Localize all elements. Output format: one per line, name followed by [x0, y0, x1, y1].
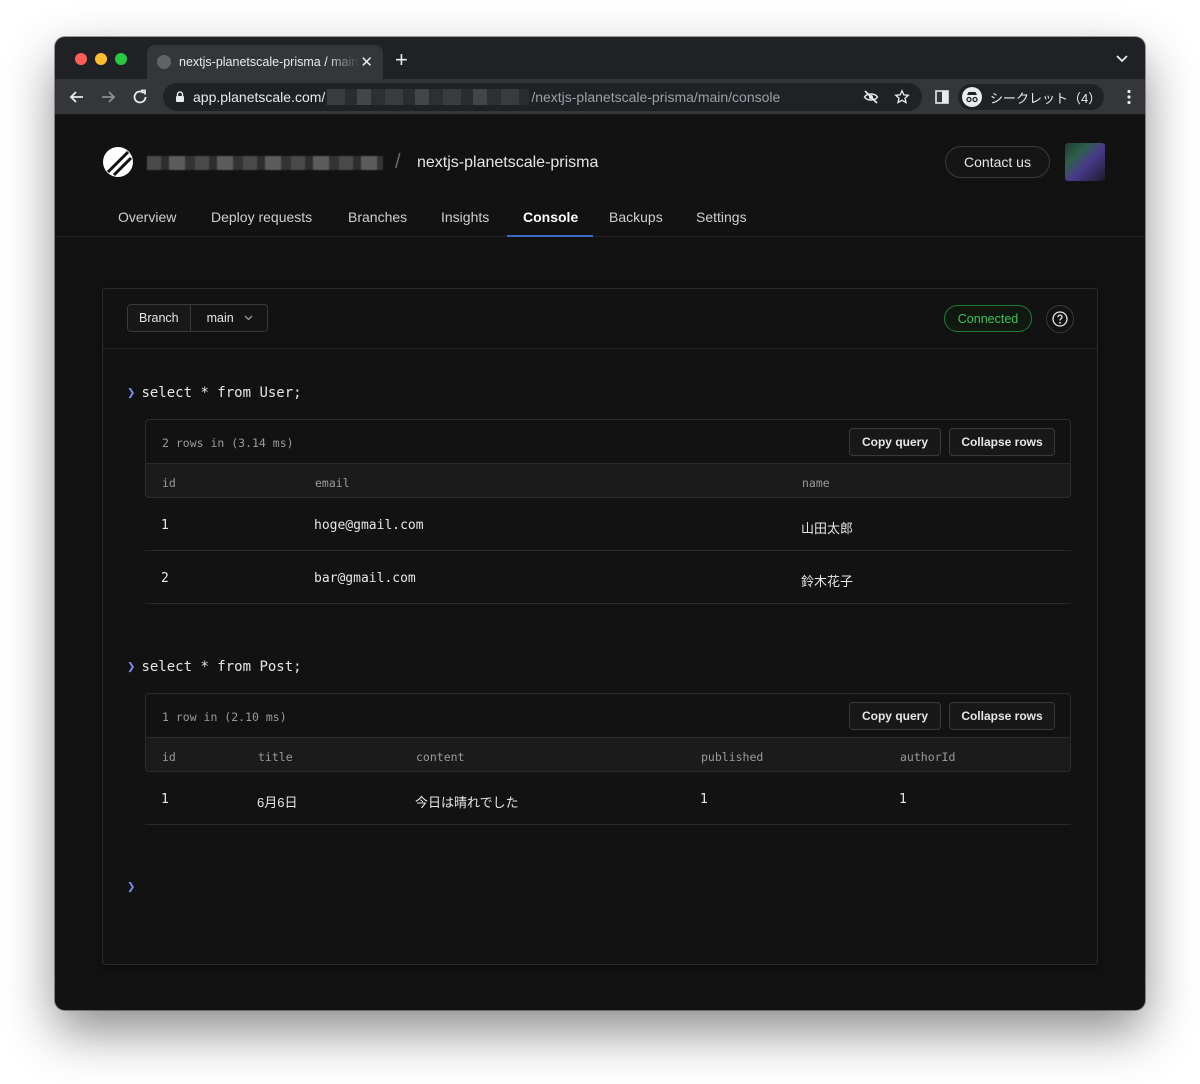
help-button[interactable]: [1046, 305, 1074, 333]
tab-backups[interactable]: Backups: [609, 209, 663, 225]
tab-insights[interactable]: Insights: [441, 209, 489, 225]
breadcrumb-separator: /: [395, 151, 401, 173]
planetscale-favicon-icon: [157, 55, 171, 69]
address-bar[interactable]: app.planetscale.com/ /nextjs-planetscale…: [163, 83, 922, 111]
collapse-rows-button[interactable]: Collapse rows: [949, 702, 1055, 730]
copy-query-button[interactable]: Copy query: [849, 702, 941, 730]
column-header: email: [315, 476, 350, 490]
column-header: content: [416, 750, 465, 764]
maximize-window-button[interactable]: [115, 53, 127, 65]
browser-window: nextjs-planetscale-prisma / main ✕ + app…: [55, 37, 1145, 1010]
table-cell: bar@gmail.com: [314, 571, 416, 586]
query-result: 1 row in (2.10 ms) Copy query Collapse r…: [145, 693, 1071, 825]
lock-icon: [176, 91, 184, 102]
tab-strip: nextjs-planetscale-prisma / main ✕ +: [55, 37, 1145, 79]
database-name[interactable]: nextjs-planetscale-prisma: [417, 154, 598, 172]
console-header: Branch main Connected: [103, 289, 1097, 349]
table-cell: 山田太郎: [801, 521, 854, 536]
tab-overview[interactable]: Overview: [118, 209, 176, 225]
table-cell: 6月6日: [257, 795, 298, 810]
incognito-label: シークレット（4）: [990, 90, 1102, 106]
table-cell: 今日は晴れでした: [415, 795, 519, 810]
connection-status-badge: Connected: [944, 305, 1032, 332]
help-icon: [1052, 311, 1068, 327]
column-header: name: [802, 476, 830, 490]
contact-us-button[interactable]: Contact us: [945, 146, 1050, 178]
planetscale-app: / nextjs-planetscale-prisma Contact us O…: [55, 115, 1145, 1010]
window-controls: [75, 53, 127, 65]
copy-query-button[interactable]: Copy query: [849, 428, 941, 456]
query-line: ❯ select * from User;: [127, 385, 302, 401]
query-text: select * from User;: [141, 385, 302, 401]
incognito-profile-button[interactable]: シークレット（4）: [958, 84, 1104, 110]
console-panel: Branch main Connected ❯ select * from Us…: [102, 288, 1098, 965]
planetscale-logo-icon[interactable]: [102, 146, 134, 178]
chevron-down-icon: [244, 315, 253, 321]
table-row: 1 hoge@gmail.com 山田太郎: [145, 498, 1071, 551]
query-result: 2 rows in (3.14 ms) Copy query Collapse …: [145, 419, 1071, 604]
branch-value: main: [206, 311, 234, 325]
url-path: /nextjs-planetscale-prisma/main/console: [531, 89, 781, 105]
collapse-rows-button[interactable]: Collapse rows: [949, 428, 1055, 456]
table-cell: 鈴木花子: [801, 574, 854, 589]
table-row: 1 6月6日 今日は晴れでした 1 1: [145, 772, 1071, 825]
result-header: 2 rows in (3.14 ms) Copy query Collapse …: [145, 419, 1071, 463]
table-cell: 1: [899, 792, 907, 807]
tab-deploy-requests[interactable]: Deploy requests: [211, 209, 312, 225]
result-meta: 2 rows in (3.14 ms): [162, 436, 294, 450]
incognito-icon: [962, 87, 982, 107]
forward-arrow-icon[interactable]: [98, 87, 118, 107]
column-header: published: [701, 750, 764, 764]
column-header: authorId: [900, 750, 956, 764]
database-nav: Overview Deploy requests Branches Insigh…: [55, 195, 1145, 237]
table-header: id email name: [145, 463, 1071, 498]
console-input-prompt[interactable]: ❯: [127, 879, 135, 895]
column-header: title: [258, 750, 293, 764]
prompt-chevron-icon: ❯: [127, 385, 136, 401]
query-text: select * from Post;: [141, 659, 302, 675]
url-redacted: [327, 89, 530, 105]
active-tab-indicator: [507, 235, 593, 237]
result-header: 1 row in (2.10 ms) Copy query Collapse r…: [145, 693, 1071, 737]
table-cell: 2: [161, 571, 169, 586]
url-host: app.planetscale.com/: [193, 89, 326, 105]
branch-label: Branch: [128, 305, 191, 331]
minimize-window-button[interactable]: [95, 53, 107, 65]
tab-close-icon[interactable]: ✕: [360, 55, 373, 70]
close-window-button[interactable]: [75, 53, 87, 65]
branch-selector: Branch main: [127, 304, 268, 332]
eye-off-icon[interactable]: [863, 89, 879, 105]
column-header: id: [162, 750, 176, 764]
browser-toolbar: app.planetscale.com/ /nextjs-planetscale…: [55, 79, 1145, 115]
reload-icon[interactable]: [130, 87, 150, 107]
more-vertical-icon[interactable]: [1127, 89, 1131, 105]
table-header: id title content published authorId: [145, 737, 1071, 772]
tab-title: nextjs-planetscale-prisma / main: [179, 55, 359, 69]
table-cell: 1: [700, 792, 708, 807]
side-panel-icon[interactable]: [934, 89, 950, 105]
tab-search-chevron-icon[interactable]: [1115, 51, 1129, 65]
new-tab-button[interactable]: +: [395, 49, 408, 71]
table-row: 2 bar@gmail.com 鈴木花子: [145, 551, 1071, 604]
branch-dropdown[interactable]: main: [190, 305, 267, 331]
prompt-chevron-icon: ❯: [127, 879, 136, 895]
browser-tab[interactable]: nextjs-planetscale-prisma / main ✕: [147, 45, 383, 79]
column-header: id: [162, 476, 176, 490]
back-arrow-icon[interactable]: [67, 87, 87, 107]
table-cell: 1: [161, 792, 169, 807]
table-cell: hoge@gmail.com: [314, 518, 424, 533]
tab-console[interactable]: Console: [523, 209, 578, 225]
tab-settings[interactable]: Settings: [696, 209, 747, 225]
result-meta: 1 row in (2.10 ms): [162, 710, 287, 724]
avatar[interactable]: [1065, 143, 1105, 181]
organization-name-redacted[interactable]: [147, 156, 383, 170]
table-cell: 1: [161, 518, 169, 533]
bookmark-star-icon[interactable]: [894, 89, 910, 105]
query-line: ❯ select * from Post;: [127, 659, 302, 675]
tab-branches[interactable]: Branches: [348, 209, 407, 225]
prompt-chevron-icon: ❯: [127, 659, 136, 675]
